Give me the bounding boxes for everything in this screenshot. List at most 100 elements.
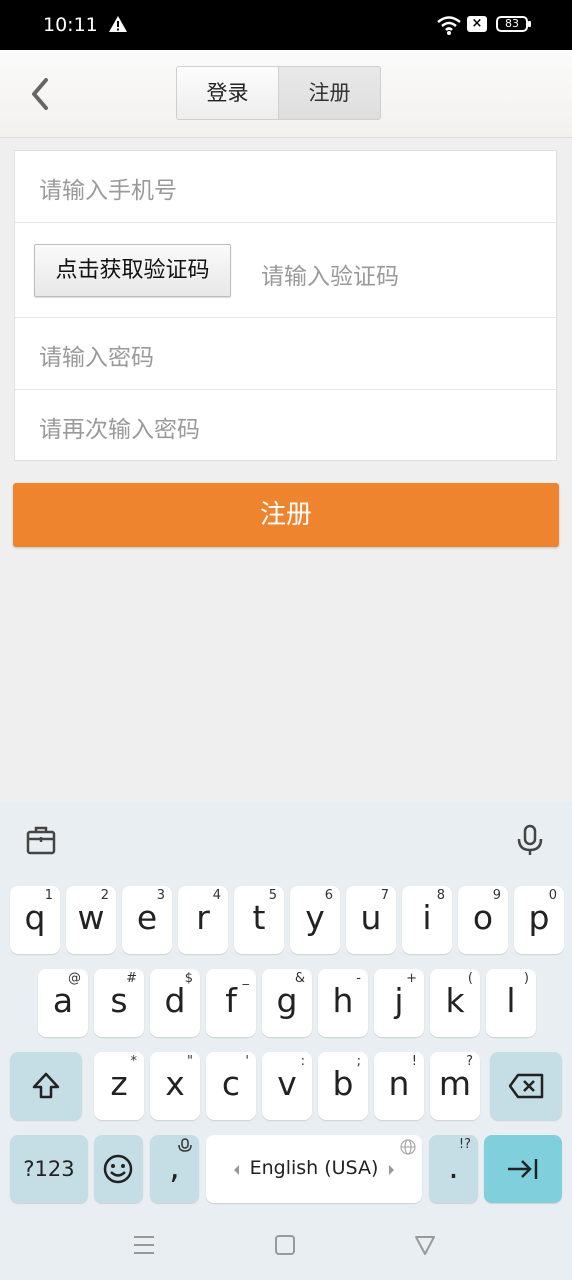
key-u[interactable]: 7u [346,886,396,954]
wifi-icon [437,16,461,35]
key-r[interactable]: 4r [178,886,228,954]
tab-register[interactable]: 注册 [279,67,380,119]
key-label: e [136,898,158,937]
key-label: m [438,1064,472,1103]
key-label: a [52,981,74,1020]
key-n[interactable]: ! n [374,1052,424,1120]
menu-icon[interactable] [133,1234,155,1256]
system-navigation-bar [0,1215,572,1280]
key-m[interactable]: ? m [430,1052,480,1120]
key-label: g [276,981,298,1020]
header: 登录 注册 [0,50,572,138]
key-h[interactable]: -h [318,969,368,1037]
key-w[interactable]: 2w [66,886,116,954]
battery-level: 83 [505,17,519,30]
period-key-label: . [448,1147,459,1186]
key-b[interactable]: ; b [318,1052,368,1120]
tab-login[interactable]: 登录 [177,67,279,119]
microphone-icon[interactable] [515,824,545,856]
verification-code-row: 点击获取验证码 请输入验证码 [15,223,556,318]
comma-key[interactable]: , [150,1135,199,1203]
key-c[interactable]: ' c [206,1052,256,1120]
key-i[interactable]: 8i [402,886,452,954]
key-label: f [225,981,237,1020]
get-code-button[interactable]: 点击获取验证码 [34,244,231,297]
phone-field[interactable]: 请输入手机号 [15,151,556,223]
key-k[interactable]: (k [430,969,480,1037]
confirm-password-field[interactable]: 请再次输入密码 [15,390,556,462]
key-label: k [445,981,465,1020]
key-f[interactable]: _ f [206,969,256,1037]
key-label: h [332,981,354,1020]
key-y[interactable]: 6y [290,886,340,954]
password-field[interactable]: 请输入密码 [15,318,556,390]
shift-icon [32,1072,60,1099]
key-z[interactable]: * z [94,1052,144,1120]
key-d[interactable]: $ d [150,969,200,1037]
battery-icon: 83 [496,16,531,32]
status-bar: 10:11 × 83 [0,0,572,50]
emoji-key[interactable] [94,1135,143,1203]
status-time: 10:11 [43,14,98,36]
key-v[interactable]: :v [262,1052,312,1120]
key-label: s [110,981,128,1020]
back-triangle-icon[interactable] [414,1234,436,1256]
key-label: x [165,1064,185,1103]
code-input-placeholder[interactable]: 请输入验证码 [261,257,399,291]
key-label: w [77,898,105,937]
key-label: i [422,898,432,937]
key-x[interactable]: " x [150,1052,200,1120]
enter-key[interactable] [484,1135,562,1203]
key-label: o [472,898,494,937]
globe-icon [400,1139,416,1155]
password-input-placeholder[interactable]: 请输入密码 [39,338,154,372]
key-j[interactable]: + j [374,969,424,1037]
backspace-key[interactable] [490,1052,562,1120]
register-submit-button[interactable]: 注册 [13,483,559,547]
key-label: t [252,898,266,937]
key-label: c [221,1064,241,1103]
clipboard-icon[interactable] [26,825,56,855]
symbols-key[interactable]: ?123 [10,1135,88,1203]
warning-icon [109,16,127,32]
space-key[interactable]: English (USA) [206,1135,422,1203]
key-p[interactable]: 0p [514,886,564,954]
key-label: z [110,1064,128,1103]
next-arrow-icon [508,1159,538,1179]
chevron-right-icon [389,1165,394,1175]
backspace-icon [508,1073,544,1099]
login-register-tabs: 登录 注册 [176,66,381,120]
register-form: 请输入手机号 点击获取验证码 请输入验证码 请输入密码 请再次输入密码 [14,150,557,461]
back-arrow-icon[interactable] [26,76,54,112]
key-label: j [394,981,404,1020]
key-label: d [164,981,186,1020]
key-label: b [332,1064,354,1103]
key-label: p [528,898,550,937]
emoji-icon [103,1154,133,1184]
key-e[interactable]: 3e [122,886,172,954]
key-label: u [360,898,382,937]
key-label: l [506,981,516,1020]
keyboard: 1q2w3e4r5t6y7u8i9o0p @ a # s $ d _ f & g - h + j(k) l … [0,802,572,1280]
key-label: y [305,898,325,937]
phone-input-placeholder[interactable]: 请输入手机号 [39,171,177,205]
period-key[interactable]: !? . [429,1135,478,1203]
key-a[interactable]: @ a [38,969,88,1037]
home-icon[interactable] [274,1234,296,1256]
key-g[interactable]: & g [262,969,312,1037]
symbols-key-label: ?123 [23,1157,75,1181]
key-label: q [24,898,46,937]
comma-key-label: , [169,1147,180,1186]
key-q[interactable]: 1q [10,886,60,954]
shift-key[interactable] [10,1052,82,1120]
key-t[interactable]: 5t [234,886,284,954]
key-label: v [277,1064,297,1103]
keyboard-toolbar [0,802,572,878]
confirm-password-input-placeholder[interactable]: 请再次输入密码 [39,410,200,444]
key-o[interactable]: 9o [458,886,508,954]
key-s[interactable]: # s [94,969,144,1037]
notification-icon: × [467,16,487,32]
key-label: n [388,1064,410,1103]
key-l[interactable]: ) l [486,969,536,1037]
key-label: r [196,898,210,937]
